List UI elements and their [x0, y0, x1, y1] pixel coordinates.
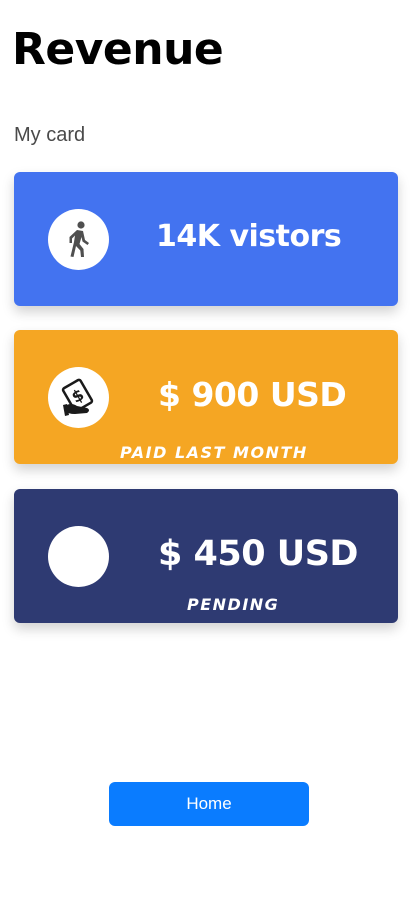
- visitors-card[interactable]: 14K vistors: [14, 172, 398, 306]
- pending-caption: PENDING: [187, 595, 280, 614]
- revenue-screen: Revenue My card 14K vistors $ $ 900 USD …: [0, 0, 412, 914]
- pending-amount: $ 450 USD: [158, 534, 358, 574]
- paid-last-month-card[interactable]: $ $ 900 USD PAID LAST MONTH: [14, 330, 398, 464]
- paid-amount: $ 900 USD: [158, 375, 347, 414]
- paid-caption: PAID LAST MONTH: [120, 443, 308, 462]
- walking-person-icon: [48, 209, 109, 270]
- section-label-my-card: My card: [14, 124, 86, 146]
- home-button[interactable]: Home: [109, 782, 309, 826]
- blank-circle-icon: [48, 526, 109, 587]
- dollar-document-icon: $: [48, 367, 109, 428]
- page-title: Revenue: [12, 24, 224, 75]
- visitors-value: 14K vistors: [156, 219, 342, 254]
- pending-card[interactable]: $ 450 USD PENDING: [14, 489, 398, 623]
